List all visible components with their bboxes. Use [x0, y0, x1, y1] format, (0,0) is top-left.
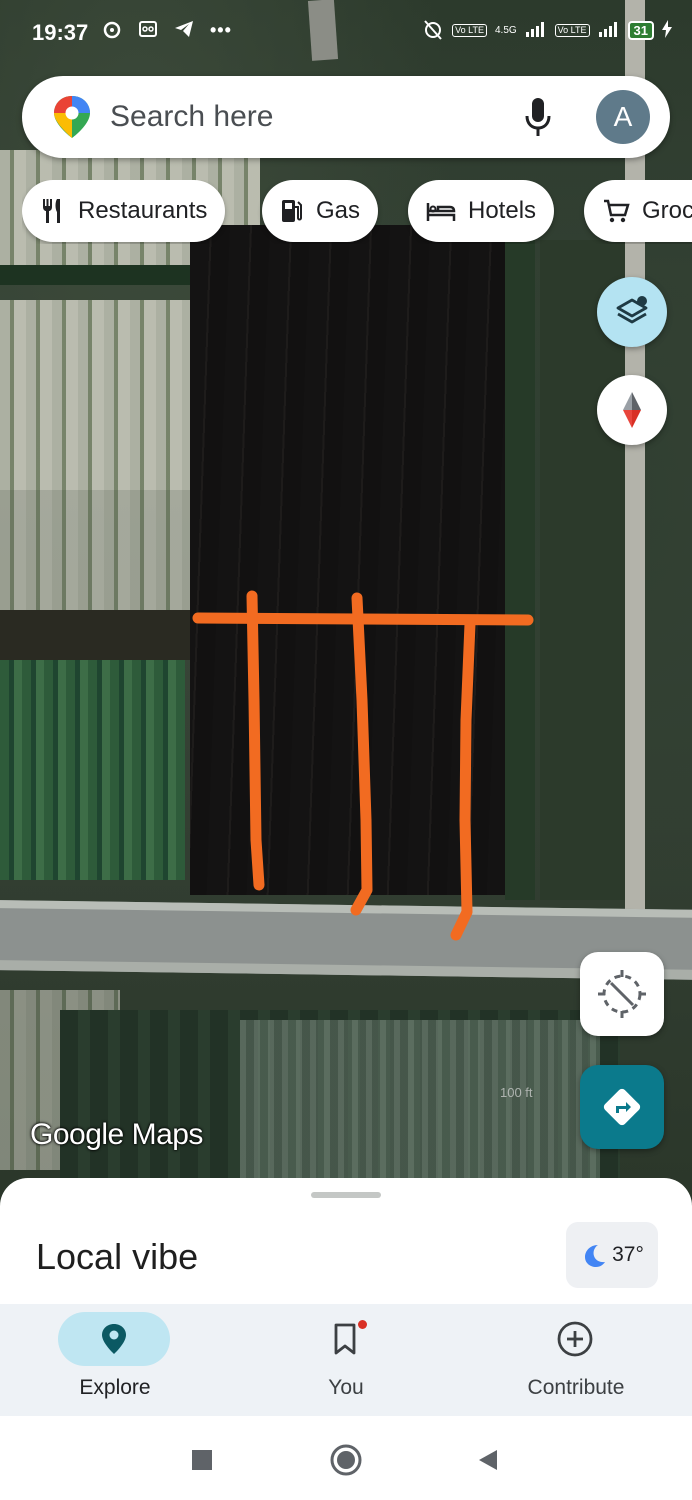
compass-icon: [623, 392, 641, 428]
nav-label: Contribute: [527, 1376, 625, 1399]
charging-bolt-icon: [662, 20, 672, 41]
search-bar[interactable]: Search here A: [22, 76, 670, 158]
square-icon: [192, 1450, 212, 1470]
microphone-icon[interactable]: [522, 96, 554, 138]
nav-you[interactable]: You: [231, 1304, 461, 1416]
status-bar: 19:37 ••• Vo LTE 4.5G Vo LTE 31: [0, 0, 692, 66]
map-scale-label: 100 ft: [500, 1085, 533, 1100]
directions-button[interactable]: [580, 1065, 664, 1149]
google-maps-watermark: Google Maps: [30, 1118, 203, 1151]
alarm-off-icon: [422, 18, 444, 43]
layers-button[interactable]: [597, 277, 667, 347]
moon-icon: [585, 1245, 606, 1267]
annotation-vertical-line-2: [350, 592, 373, 916]
back-button[interactable]: [468, 1440, 508, 1480]
nav-explore[interactable]: Explore: [0, 1304, 230, 1416]
annotation-vertical-line-1: [246, 590, 265, 891]
bed-icon: [426, 203, 456, 221]
chip-restaurants[interactable]: Restaurants: [22, 180, 226, 242]
nav-contribute-pill: [519, 1312, 631, 1366]
telegram-icon: [174, 20, 194, 45]
chip-label: Groceries: [642, 197, 692, 224]
temperature: 37°: [612, 1243, 644, 1266]
chip-gas[interactable]: Gas: [262, 180, 379, 242]
weather-badge[interactable]: 37°: [566, 1222, 658, 1288]
nav-contribute[interactable]: Contribute: [461, 1304, 691, 1416]
compass-button[interactable]: [597, 375, 667, 445]
cart-icon: [604, 199, 630, 223]
triangle-back-icon: [479, 1450, 497, 1470]
search-input[interactable]: Search here: [110, 100, 273, 134]
bottom-sheet[interactable]: Local vibe 37°: [0, 1178, 692, 1308]
signal-icon: [525, 21, 547, 40]
volte-badge: Vo LTE: [452, 24, 487, 37]
battery-indicator: 31: [627, 21, 654, 40]
status-time: 19:37: [32, 20, 89, 45]
annotation-strokes: [192, 590, 534, 941]
my-location-button[interactable]: [580, 952, 664, 1036]
notification-dot: [358, 1320, 367, 1329]
account-avatar[interactable]: A: [596, 90, 650, 144]
bookmark-icon: [334, 1323, 356, 1355]
google-maps-pin-icon: [50, 94, 94, 140]
network-type-label: 4.5G: [494, 25, 517, 36]
nav-explore-pill: [58, 1312, 170, 1366]
home-button[interactable]: [326, 1440, 366, 1480]
chip-label: Restaurants: [78, 197, 208, 224]
chat-bubble-icon: [102, 20, 122, 45]
voicemail-icon: [138, 20, 158, 45]
gas-pump-icon: [282, 200, 302, 222]
more-dots-icon: •••: [210, 20, 232, 40]
chip-label: Gas: [316, 197, 361, 224]
fork-knife-icon: [43, 199, 60, 223]
signal-icon-2: [598, 21, 620, 40]
chip-hotels[interactable]: Hotels: [408, 180, 555, 242]
system-navigation-bar: [0, 1416, 692, 1500]
annotation-vertical-line-3: [450, 618, 476, 941]
nav-you-pill: [289, 1312, 401, 1366]
sheet-title: Local vibe: [36, 1236, 199, 1277]
recents-button[interactable]: [182, 1440, 222, 1480]
sheet-drag-handle[interactable]: [311, 1192, 381, 1198]
chip-label: Hotels: [468, 197, 537, 224]
chip-groceries[interactable]: Groceries: [584, 180, 692, 242]
circle-icon: [330, 1444, 362, 1476]
add-circle-icon: [557, 1321, 593, 1357]
layers-icon: [616, 296, 648, 324]
category-chips: Restaurants Gas Hotels Groceries: [22, 180, 692, 244]
volte-badge-2: Vo LTE: [554, 24, 590, 37]
status-system-icons: Vo LTE 4.5G Vo LTE 31: [422, 18, 672, 43]
nav-label: You: [328, 1376, 364, 1399]
bottom-navigation: Explore You Contribute: [0, 1304, 692, 1416]
explore-pin-icon: [102, 1324, 126, 1354]
location-off-icon: [598, 970, 646, 1018]
status-notification-icons: •••: [102, 20, 232, 45]
directions-icon: [603, 1088, 641, 1126]
nav-label: Explore: [79, 1376, 151, 1399]
